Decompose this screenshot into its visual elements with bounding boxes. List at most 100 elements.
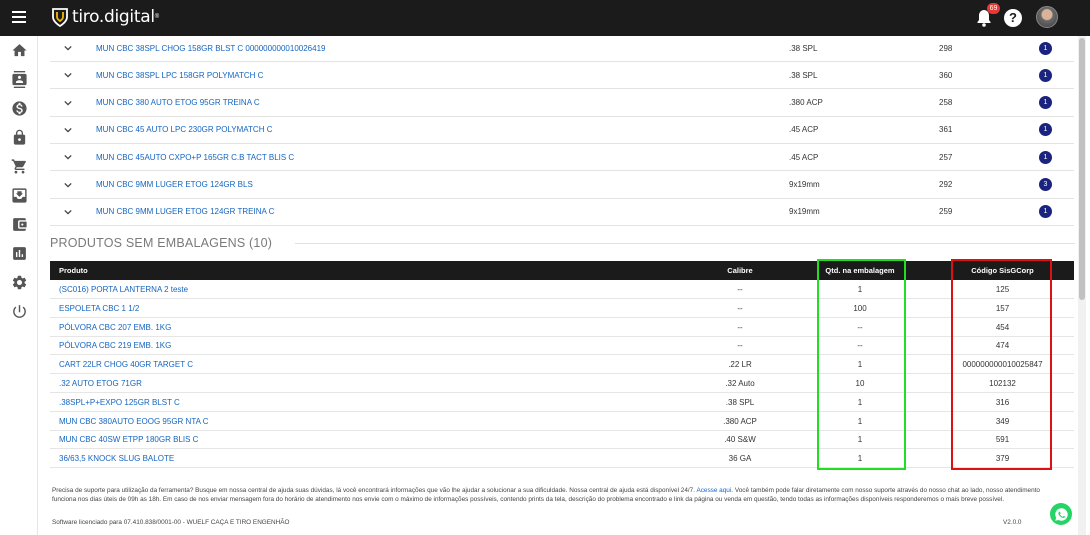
chevron-down-icon[interactable] xyxy=(64,44,72,52)
whatsapp-chat-button[interactable] xyxy=(1050,503,1072,525)
packaged-product-row[interactable]: MUN CBC 380 AUTO ETOG 95GR TREINA C .380 … xyxy=(50,90,1074,117)
home-icon[interactable] xyxy=(10,41,28,59)
cell-codigo-sisgcorp: 454 xyxy=(995,322,1010,332)
product-code: 361 xyxy=(939,125,953,135)
main-content: MUN CBC 38SPL CHOG 158GR BLST C 00000000… xyxy=(40,36,1080,535)
product-name-link[interactable]: MUN CBC 380 AUTO ETOG 95GR TREINA C xyxy=(96,98,260,107)
product-caliber: .45 ACP xyxy=(789,125,819,135)
logo-shield-icon xyxy=(52,8,68,27)
package-count-badge: 1 xyxy=(1039,96,1052,110)
cell-codigo-sisgcorp: 000000000010025847 xyxy=(962,360,1043,370)
table-row: MUN CBC 40SW ETPP 180GR BLIS C .40 S&W 1 59… xyxy=(50,430,1074,450)
menu-icon[interactable] xyxy=(12,11,26,23)
dollar-icon[interactable] xyxy=(10,99,28,117)
package-count-badge: 1 xyxy=(1039,150,1052,164)
product-caliber: .38 SPL xyxy=(789,70,818,80)
cell-codigo-sisgcorp: 157 xyxy=(995,303,1010,313)
cell-codigo-sisgcorp: 316 xyxy=(995,397,1010,407)
packaged-product-row[interactable]: MUN CBC 45AUTO CXPO+P 165GR C.B TACT BLI… xyxy=(50,144,1074,172)
inbox-icon[interactable] xyxy=(10,186,28,204)
cell-qtd-embalagem: 1 xyxy=(857,416,863,426)
cell-calibre: .22 LR xyxy=(728,360,752,370)
cell-calibre: -- xyxy=(737,322,743,332)
power-icon[interactable] xyxy=(10,302,28,320)
product-name-link[interactable]: MUN CBC 9MM LUGER ETOG 124GR TREINA C xyxy=(96,207,274,216)
chevron-down-icon[interactable] xyxy=(64,126,72,134)
chevron-down-icon[interactable] xyxy=(64,71,72,79)
cell-codigo-sisgcorp: 102132 xyxy=(989,379,1016,388)
cell-qtd-embalagem: 100 xyxy=(853,303,867,313)
cell-qtd-embalagem: 1 xyxy=(857,360,863,370)
product-name-link[interactable]: MUN CBC 9MM LUGER ETOG 124GR BLS xyxy=(96,180,253,189)
column-header-qtd-embalagem[interactable]: Qtd. na embalagem xyxy=(810,266,910,275)
cell-produto-link[interactable]: CART 22LR CHOG 40GR TARGET C xyxy=(59,360,193,369)
column-header-codigo-sisgcorp[interactable]: Código SisGCorp xyxy=(950,266,1055,275)
contacts-icon[interactable] xyxy=(10,70,28,88)
cell-produto-link[interactable]: .32 AUTO ETOG 71GR xyxy=(59,379,142,388)
column-header-calibre[interactable]: Calibre xyxy=(690,266,790,275)
table-row: PÓLVORA CBC 219 EMB. 1KG -- -- 474 xyxy=(50,336,1074,356)
wallet-icon[interactable] xyxy=(10,215,28,233)
cell-produto-link[interactable]: (SC016) PORTA LANTERNA 2 teste xyxy=(59,285,188,294)
cart-icon[interactable] xyxy=(10,157,28,175)
cell-qtd-embalagem: 1 xyxy=(857,454,863,464)
version-label: V2.0.0 xyxy=(1003,519,1022,526)
support-text-1: Precisa de suporte para utilização da fe… xyxy=(52,487,696,494)
cell-produto-link[interactable]: .38SPL+P+EXPO 125GR BLST C xyxy=(59,398,180,407)
cell-produto-link[interactable]: ESPOLETA CBC 1 1/2 xyxy=(59,304,139,313)
product-code: 258 xyxy=(939,98,953,108)
logo[interactable]: tiro.digital ® xyxy=(52,7,159,27)
product-name-link[interactable]: MUN CBC 45 AUTO LPC 230GR POLYMATCH C xyxy=(96,125,273,134)
package-count-badge: 1 xyxy=(1039,205,1052,219)
cell-qtd-embalagem: -- xyxy=(857,341,863,351)
cell-qtd-embalagem: 10 xyxy=(855,379,865,388)
packaged-product-row[interactable]: MUN CBC 9MM LUGER ETOG 124GR TREINA C 9x1… xyxy=(50,199,1074,226)
help-icon[interactable]: ? xyxy=(1004,9,1022,27)
cell-calibre: .40 S&W xyxy=(724,435,756,445)
page-scrollbar[interactable] xyxy=(1078,36,1086,535)
product-code: 259 xyxy=(939,207,953,217)
product-name-link[interactable]: MUN CBC 38SPL CHOG 158GR BLST C 00000000… xyxy=(96,44,325,53)
chevron-down-icon[interactable] xyxy=(64,208,72,216)
cell-produto-link[interactable]: 36/63,5 KNOCK SLUG BALOTE xyxy=(59,454,174,463)
packaged-product-row[interactable]: MUN CBC 45 AUTO LPC 230GR POLYMATCH C .45… xyxy=(50,117,1074,144)
cell-codigo-sisgcorp: 591 xyxy=(995,435,1010,445)
table-row: .38SPL+P+EXPO 125GR BLST C .38 SPL 1 316 xyxy=(50,393,1074,412)
logo-registered-mark: ® xyxy=(154,14,160,20)
table-row: PÓLVORA CBC 207 EMB. 1KG -- -- 454 xyxy=(50,318,1074,337)
section-title-unpackaged: PRODUTOS SEM EMBALAGENS (10) xyxy=(50,236,273,250)
product-caliber: 9x19mm xyxy=(789,180,820,189)
cell-qtd-embalagem: 1 xyxy=(857,397,863,407)
package-count-badge: 3 xyxy=(1039,178,1052,191)
cell-produto-link[interactable]: PÓLVORA CBC 207 EMB. 1KG xyxy=(59,323,171,332)
packaged-product-row[interactable]: MUN CBC 9MM LUGER ETOG 124GR BLS 9x19mm 29… xyxy=(50,172,1074,199)
user-avatar[interactable] xyxy=(1036,6,1058,28)
product-caliber: .38 SPL xyxy=(789,43,818,53)
chevron-down-icon[interactable] xyxy=(64,181,72,189)
product-name-link[interactable]: MUN CBC 38SPL LPC 158GR POLYMATCH C xyxy=(96,71,263,80)
cell-produto-link[interactable]: PÓLVORA CBC 219 EMB. 1KG xyxy=(59,341,171,350)
chevron-down-icon[interactable] xyxy=(64,153,72,161)
gear-icon[interactable] xyxy=(10,273,28,291)
column-header-produto[interactable]: Produto xyxy=(59,266,88,275)
table-row: ESPOLETA CBC 1 1/2 -- 100 157 xyxy=(50,299,1074,318)
license-text: Software licenciado para 07.410.838/0001… xyxy=(52,519,290,526)
cell-calibre: .380 ACP xyxy=(723,416,757,426)
cell-qtd-embalagem: 1 xyxy=(857,435,863,445)
cell-produto-link[interactable]: MUN CBC 380AUTO EOOG 95GR NTA C xyxy=(59,417,209,426)
scrollbar-thumb[interactable] xyxy=(1079,38,1085,300)
chevron-down-icon[interactable] xyxy=(64,99,72,107)
packaged-product-row[interactable]: MUN CBC 38SPL CHOG 158GR BLST C 00000000… xyxy=(50,35,1074,62)
cell-qtd-embalagem: -- xyxy=(857,322,863,332)
product-name-link[interactable]: MUN CBC 45AUTO CXPO+P 165GR C.B TACT BLI… xyxy=(96,153,294,162)
cell-calibre: 36 GA xyxy=(728,454,752,464)
help-center-link[interactable]: Acesse aqui xyxy=(696,487,731,494)
product-code: 298 xyxy=(939,43,953,53)
whatsapp-icon xyxy=(1054,507,1068,521)
cell-produto-link[interactable]: MUN CBC 40SW ETPP 180GR BLIS C xyxy=(59,435,198,444)
lock-icon[interactable] xyxy=(10,128,28,146)
chart-icon[interactable] xyxy=(10,244,28,262)
package-count-badge: 1 xyxy=(1039,41,1052,55)
packaged-product-row[interactable]: MUN CBC 38SPL LPC 158GR POLYMATCH C .38 S… xyxy=(50,62,1074,90)
table-header: Produto Calibre Qtd. na embalagem Código… xyxy=(50,261,1074,280)
